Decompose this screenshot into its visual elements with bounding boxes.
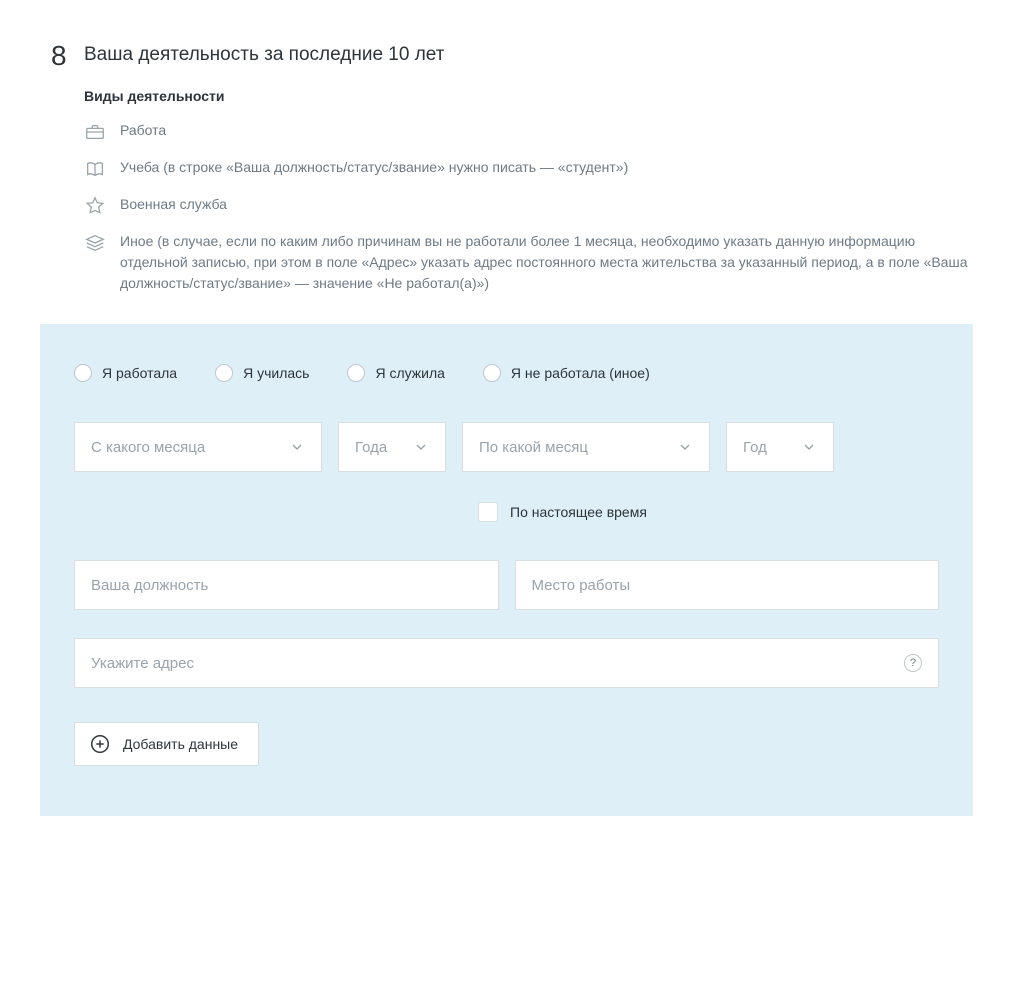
address-input[interactable]: Укажите адрес ? [74,638,939,688]
star-icon [84,195,106,217]
from-year-select[interactable]: Года [338,422,446,472]
radio-studied-label: Я училась [243,365,309,381]
radio-icon [347,364,365,382]
workplace-input[interactable]: Место работы [515,560,940,610]
position-input[interactable]: Ваша должность [74,560,499,610]
briefcase-icon [84,121,106,143]
position-placeholder: Ваша должность [91,577,208,594]
chevron-down-icon [413,439,429,455]
radio-icon [74,364,92,382]
radio-not-worked[interactable]: Я не работала (иное) [483,364,650,382]
section-title: Ваша деятельность за последние 10 лет [84,40,444,66]
legend-work: Работа [120,120,166,141]
activity-legend: Работа Учеба (в строке «Ваша должность/с… [84,120,973,294]
to-year-placeholder: Год [743,439,767,456]
radio-studied[interactable]: Я училась [215,364,309,382]
workplace-placeholder: Место работы [532,577,631,594]
to-year-select[interactable]: Год [726,422,834,472]
sub-heading: Виды деятельности [84,88,973,104]
legend-military: Военная служба [120,194,227,215]
activity-form-panel: Я работала Я училась Я служила Я не рабо… [40,324,973,816]
to-month-select[interactable]: По какой месяц [462,422,710,472]
help-icon[interactable]: ? [904,654,922,672]
legend-study: Учеба (в строке «Ваша должность/статус/з… [120,157,628,178]
radio-served-label: Я служила [375,365,444,381]
radio-not-worked-label: Я не работала (иное) [511,365,650,381]
from-month-select[interactable]: С какого месяца [74,422,322,472]
from-month-placeholder: С какого месяца [91,439,205,456]
radio-worked[interactable]: Я работала [74,364,177,382]
to-month-placeholder: По какой месяц [479,439,588,456]
legend-other: Иное (в случае, если по каким либо причи… [120,231,973,294]
step-number: 8 [40,40,84,70]
radio-icon [483,364,501,382]
address-placeholder: Укажите адрес [91,655,194,672]
radio-icon [215,364,233,382]
chevron-down-icon [677,439,693,455]
radio-worked-label: Я работала [102,365,177,381]
layers-icon [84,232,106,254]
from-year-placeholder: Года [355,439,387,456]
book-icon [84,158,106,180]
chevron-down-icon [801,439,817,455]
plus-circle-icon [89,733,111,755]
add-data-button[interactable]: Добавить данные [74,722,259,766]
present-label: По настоящее время [510,504,647,520]
add-data-label: Добавить данные [123,736,238,752]
radio-served[interactable]: Я служила [347,364,444,382]
present-checkbox[interactable] [478,502,498,522]
chevron-down-icon [289,439,305,455]
